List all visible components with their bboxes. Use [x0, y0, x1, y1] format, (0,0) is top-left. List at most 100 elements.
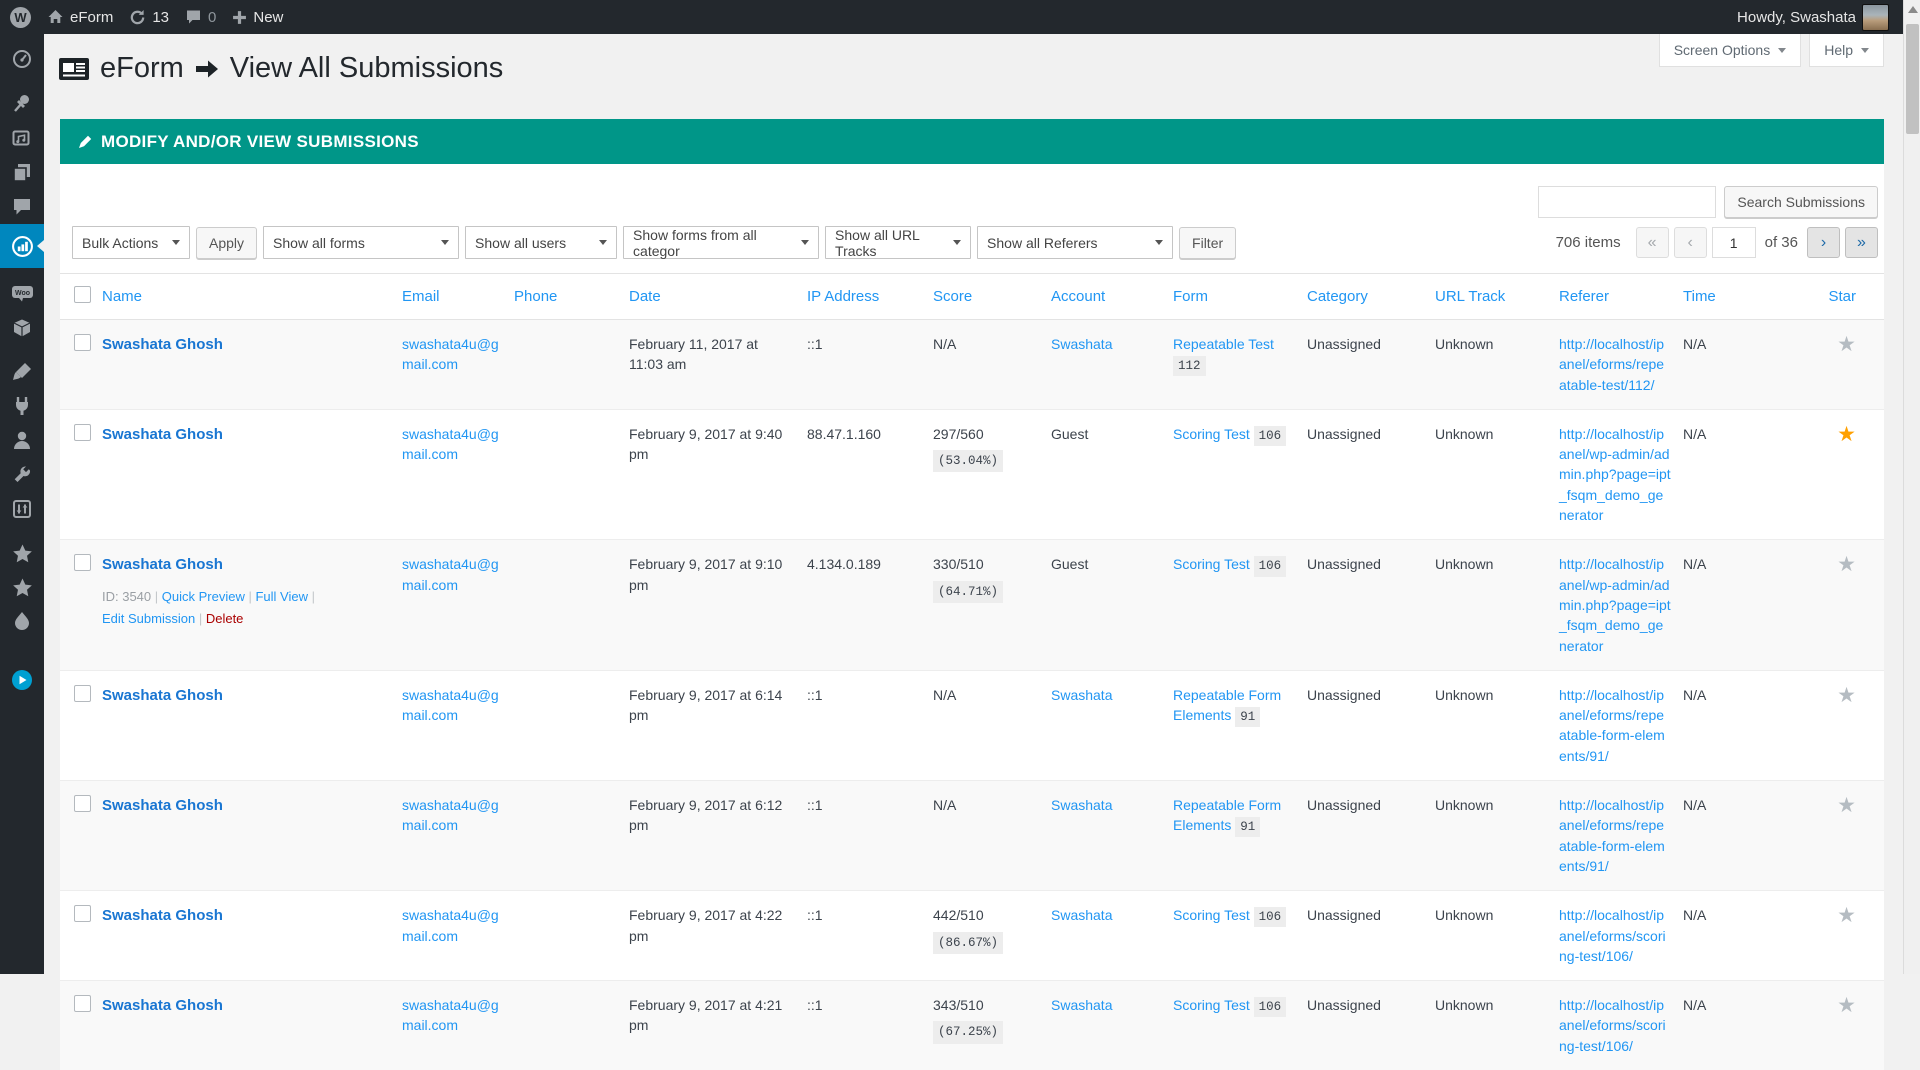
quick-preview-link[interactable]: Quick Preview — [162, 589, 245, 604]
star-icon[interactable]: ★ — [1837, 553, 1856, 576]
email-link[interactable]: swashata4u@gmail.com — [402, 997, 499, 1033]
column-header-referer[interactable]: Referer — [1559, 274, 1683, 320]
account-link[interactable]: Swashata — [1051, 797, 1112, 813]
sidebar-item-droplet[interactable] — [0, 603, 44, 639]
updates-link[interactable]: 13 — [129, 0, 169, 34]
sidebar-item-users[interactable] — [0, 422, 44, 458]
delete-link[interactable]: Delete — [206, 611, 244, 626]
bulk-actions-select[interactable]: Bulk Actions — [72, 226, 190, 259]
account-link[interactable]: Swashata — [1051, 687, 1112, 703]
submission-name-link[interactable]: Swashata Ghosh — [102, 907, 223, 924]
scrollbar-thumb[interactable] — [1906, 24, 1919, 134]
column-header-date[interactable]: Date — [629, 274, 807, 320]
email-link[interactable]: swashata4u@gmail.com — [402, 687, 499, 723]
submission-name-link[interactable]: Swashata Ghosh — [102, 797, 223, 814]
sidebar-item-settings[interactable] — [0, 491, 44, 527]
row-checkbox[interactable] — [74, 995, 91, 1012]
referers-filter-select[interactable]: Show all Referers — [977, 226, 1173, 259]
referer-link[interactable]: http://localhost/ipanel/eforms/scoring-t… — [1559, 907, 1666, 964]
email-link[interactable]: swashata4u@gmail.com — [402, 556, 499, 592]
current-page-input[interactable] — [1712, 227, 1756, 258]
filter-button[interactable]: Filter — [1179, 227, 1236, 259]
submission-name-link[interactable]: Swashata Ghosh — [102, 997, 223, 1014]
referer-link[interactable]: http://localhost/ipanel/eforms/repeatabl… — [1559, 687, 1665, 764]
prev-page-button[interactable]: ‹ — [1674, 227, 1707, 258]
site-link[interactable]: eForm — [47, 0, 113, 34]
users-filter-select[interactable]: Show all users — [465, 226, 617, 259]
sidebar-item-media[interactable] — [0, 120, 44, 156]
my-account-menu[interactable]: Howdy, Swashata — [1737, 0, 1889, 34]
column-header-name[interactable]: Name — [102, 274, 402, 320]
column-header-score[interactable]: Score — [933, 274, 1051, 320]
submission-name-link[interactable]: Swashata Ghosh — [102, 556, 223, 573]
categories-filter-select[interactable]: Show forms from all categor — [623, 226, 819, 259]
last-page-button[interactable]: » — [1845, 227, 1878, 258]
form-link[interactable]: Repeatable Form Elements — [1173, 797, 1281, 833]
star-icon[interactable]: ★ — [1837, 994, 1856, 1017]
row-checkbox[interactable] — [74, 554, 91, 571]
column-header-ip-address[interactable]: IP Address — [807, 274, 933, 320]
row-checkbox[interactable] — [74, 685, 91, 702]
sidebar-item-pages[interactable] — [0, 154, 44, 190]
sidebar-item-eform-active[interactable] — [0, 224, 44, 268]
screen-options-button[interactable]: Screen Options — [1659, 34, 1802, 67]
column-header-email[interactable]: Email — [402, 274, 514, 320]
sidebar-item-favorite-1[interactable] — [0, 536, 44, 572]
column-header-phone[interactable]: Phone — [514, 274, 629, 320]
sidebar-item-appearance[interactable] — [0, 354, 44, 390]
sidebar-item-comments[interactable] — [0, 188, 44, 224]
referer-link[interactable]: http://localhost/ipanel/eforms/repeatabl… — [1559, 797, 1665, 874]
form-link[interactable]: Scoring Test — [1173, 907, 1254, 923]
sidebar-item-dashboard[interactable] — [0, 41, 44, 77]
submission-name-link[interactable]: Swashata Ghosh — [102, 687, 223, 704]
row-checkbox[interactable] — [74, 424, 91, 441]
sidebar-item-tools[interactable] — [0, 457, 44, 493]
column-header-category[interactable]: Category — [1307, 274, 1435, 320]
url-tracks-filter-select[interactable]: Show all URL Tracks — [825, 226, 971, 259]
form-link[interactable]: Repeatable Test — [1173, 336, 1274, 352]
submission-name-link[interactable]: Swashata Ghosh — [102, 336, 223, 353]
new-content-menu[interactable]: New — [232, 0, 283, 34]
sidebar-item-plugins[interactable] — [0, 388, 44, 424]
referer-link[interactable]: http://localhost/ipanel/eforms/repeatabl… — [1559, 336, 1664, 393]
sidebar-item-favorite-2[interactable] — [0, 570, 44, 606]
star-icon[interactable]: ★ — [1837, 904, 1856, 927]
star-icon[interactable]: ★ — [1837, 794, 1856, 817]
account-link[interactable]: Swashata — [1051, 907, 1112, 923]
email-link[interactable]: swashata4u@gmail.com — [402, 336, 499, 372]
form-link[interactable]: Repeatable Form Elements — [1173, 687, 1281, 723]
column-header-url-track[interactable]: URL Track — [1435, 274, 1559, 320]
submission-name-link[interactable]: Swashata Ghosh — [102, 426, 223, 443]
sidebar-item-play[interactable] — [0, 662, 44, 698]
account-link[interactable]: Swashata — [1051, 997, 1112, 1013]
row-checkbox[interactable] — [74, 795, 91, 812]
star-icon[interactable]: ★ — [1837, 423, 1856, 446]
help-button[interactable]: Help — [1809, 34, 1884, 67]
referer-link[interactable]: http://localhost/ipanel/eforms/scoring-t… — [1559, 997, 1666, 1054]
email-link[interactable]: swashata4u@gmail.com — [402, 907, 499, 943]
page-scrollbar[interactable] — [1903, 0, 1920, 974]
column-header-form[interactable]: Form — [1173, 274, 1307, 320]
full-view-link[interactable]: Full View — [255, 589, 308, 604]
form-link[interactable]: Scoring Test — [1173, 426, 1254, 442]
next-page-button[interactable]: › — [1807, 227, 1840, 258]
edit-submission-link[interactable]: Edit Submission — [102, 611, 195, 626]
row-checkbox[interactable] — [74, 334, 91, 351]
search-input[interactable] — [1538, 186, 1716, 218]
wordpress-logo-menu[interactable]: W — [10, 0, 31, 34]
column-header-time[interactable]: Time — [1683, 274, 1789, 320]
forms-filter-select[interactable]: Show all forms — [263, 226, 459, 259]
sidebar-item-products[interactable] — [0, 310, 44, 346]
column-header-star[interactable]: Star — [1789, 274, 1884, 320]
apply-button[interactable]: Apply — [196, 227, 257, 259]
star-icon[interactable]: ★ — [1837, 684, 1856, 707]
search-submissions-button[interactable]: Search Submissions — [1724, 186, 1878, 218]
first-page-button[interactable]: « — [1636, 227, 1669, 258]
select-all-checkbox[interactable] — [74, 286, 91, 303]
referer-link[interactable]: http://localhost/ipanel/wp-admin/admin.p… — [1559, 556, 1671, 653]
account-link[interactable]: Swashata — [1051, 336, 1112, 352]
star-icon[interactable]: ★ — [1837, 333, 1856, 356]
column-header-account[interactable]: Account — [1051, 274, 1173, 320]
sidebar-item-woocommerce[interactable]: Woo — [0, 275, 44, 311]
comments-link[interactable]: 0 — [185, 0, 216, 34]
